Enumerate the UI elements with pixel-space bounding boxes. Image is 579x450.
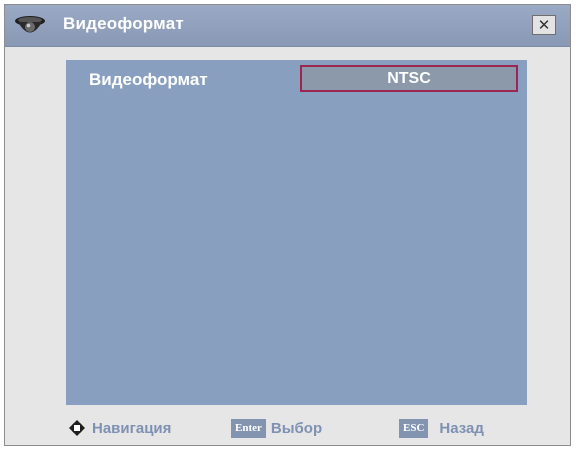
settings-panel: Видеоформат NTSC bbox=[66, 60, 527, 405]
footer-hints: Навигация Enter Выбор ESC Назад bbox=[5, 415, 570, 445]
select-hint: Enter Выбор bbox=[231, 415, 322, 441]
camera-icon bbox=[15, 16, 45, 33]
back-hint-label: Назад bbox=[439, 419, 484, 437]
videoformat-dialog: Видеоформат ✕ Видеоформат NTSC Навигация… bbox=[4, 4, 571, 446]
close-button[interactable]: ✕ bbox=[532, 15, 556, 35]
navigation-hint-label: Навигация bbox=[92, 419, 172, 437]
enter-key-badge: Enter bbox=[231, 418, 266, 438]
navigation-arrows-icon bbox=[69, 420, 85, 436]
navigation-hint: Навигация bbox=[68, 415, 171, 441]
select-hint-label: Выбор bbox=[270, 419, 323, 437]
videoformat-value-selector[interactable]: NTSC bbox=[300, 65, 518, 92]
esc-key-badge: ESC bbox=[399, 418, 429, 438]
back-hint: ESC Назад bbox=[399, 415, 484, 441]
title-bar: Видеоформат ✕ bbox=[5, 5, 570, 47]
videoformat-label: Видеоформат bbox=[89, 70, 208, 89]
window-title: Видеоформат bbox=[63, 14, 184, 33]
